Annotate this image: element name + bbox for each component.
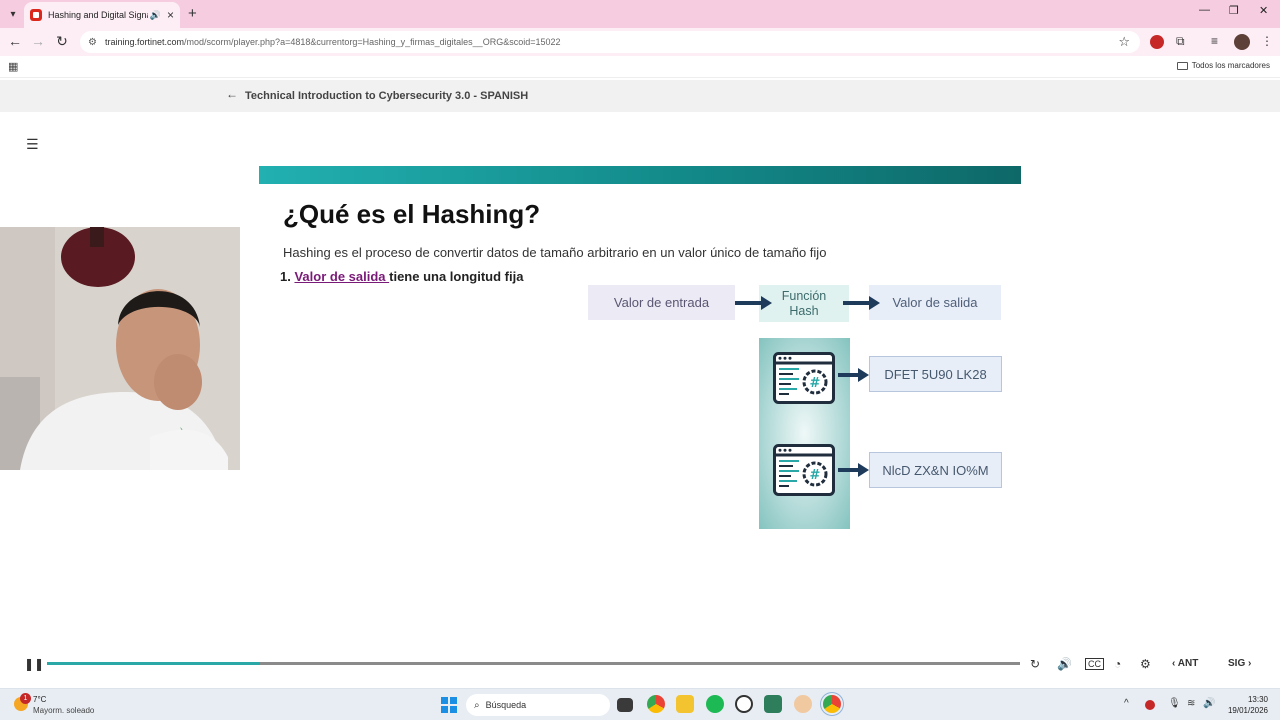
next-label: SIG xyxy=(1228,658,1246,669)
speaker-tray-icon[interactable]: 🔊 xyxy=(1203,698,1215,709)
more-menu-icon[interactable]: ⋮ xyxy=(1261,34,1273,48)
slide-description: Hashing es el proceso de convertir datos… xyxy=(283,245,827,260)
arrow-output1-icon xyxy=(838,368,869,382)
close-window-icon[interactable]: ✕ xyxy=(1259,4,1268,17)
output-value-box: Valor de salida xyxy=(869,285,1001,320)
slide-title: ¿Qué es el Hashing? xyxy=(283,199,541,229)
bookmark-star-icon[interactable]: ☆ xyxy=(1118,34,1130,50)
search-placeholder: Búsqueda xyxy=(485,700,527,710)
forward-icon[interactable]: → xyxy=(29,33,47,49)
profile-avatar[interactable] xyxy=(1234,34,1250,50)
menu-icon[interactable]: ☰ xyxy=(26,136,39,153)
microphone-icon[interactable]: 🎙 xyxy=(1168,698,1181,709)
site-info-icon[interactable]: ⚙ xyxy=(88,37,97,48)
media-controls-icon[interactable]: ≡ xyxy=(1211,34,1218,48)
previous-label: ANT xyxy=(1177,658,1199,669)
playback-speed-icon[interactable]: ◔ xyxy=(1114,657,1121,671)
wifi-icon[interactable]: ≋ xyxy=(1187,698,1195,709)
weather-badge: 1 xyxy=(20,693,31,704)
hash-output-1: DFET 5U90 LK28 xyxy=(869,356,1002,392)
browser-tab[interactable]: Hashing and Digital Signatu 🔊 × xyxy=(24,2,180,28)
hash-process-panel: # # xyxy=(759,338,850,529)
search-icon: ⌕ xyxy=(474,699,480,711)
previous-button[interactable]: ‹ ANT xyxy=(1172,658,1198,669)
pause-icon[interactable]: ❚❚ xyxy=(24,657,44,671)
chrome-icon[interactable] xyxy=(647,695,665,713)
webcam-person-image xyxy=(0,227,240,470)
weather-temperature[interactable]: 7°C xyxy=(33,695,46,704)
extension-badge-icon[interactable] xyxy=(1150,35,1164,49)
app-icon[interactable] xyxy=(794,695,812,713)
point-link[interactable]: Valor de salida xyxy=(294,269,389,284)
hash-process-icon: # xyxy=(773,444,835,496)
restore-icon[interactable]: ❐ xyxy=(1229,4,1239,17)
bookmarks-bar: ▦ Todos los marcadores xyxy=(0,56,1280,78)
input-value-box: Valor de entrada xyxy=(588,285,735,320)
minimize-icon[interactable]: — xyxy=(1199,4,1210,16)
apps-grid-icon[interactable]: ▦ xyxy=(8,60,18,73)
captions-icon[interactable]: CC xyxy=(1085,658,1104,670)
all-bookmarks-label: Todos los marcadores xyxy=(1191,61,1270,70)
folder-icon xyxy=(1176,61,1188,70)
close-tab-icon[interactable]: × xyxy=(167,8,174,22)
tray-overflow-icon[interactable]: ^ xyxy=(1124,698,1129,709)
taskbar-search[interactable]: ⌕ Búsqueda xyxy=(466,694,610,716)
whatsapp-icon[interactable] xyxy=(735,695,753,713)
taskview-icon[interactable] xyxy=(617,698,633,712)
clock-date: 19/01/2026 xyxy=(1227,706,1268,715)
course-header: ← Technical Introduction to Cybersecurit… xyxy=(0,80,1280,112)
clock-time: 13:30 xyxy=(1247,695,1268,704)
course-title[interactable]: Technical Introduction to Cybersecurity … xyxy=(245,90,528,102)
arrow-to-hash-icon xyxy=(735,296,772,310)
start-windows-icon[interactable] xyxy=(441,697,457,713)
tray-app-icon[interactable] xyxy=(1145,700,1155,710)
back-icon[interactable]: ← xyxy=(6,33,24,49)
fortinet-favicon-icon xyxy=(30,9,42,21)
volume-icon[interactable]: 🔊 xyxy=(1057,657,1072,671)
windows-taskbar: 1 7°C Mayorm. soleado ⌕ Búsqueda ^ 🎙 ≋ 🔊… xyxy=(0,688,1280,720)
point-text: tiene una longitud fija xyxy=(389,269,524,284)
new-tab-button[interactable]: + xyxy=(188,5,197,22)
hash-process-icon: # xyxy=(773,352,835,404)
tab-title: Hashing and Digital Signatu xyxy=(48,10,148,20)
svg-text:#: # xyxy=(810,468,821,483)
point-number: 1. xyxy=(280,269,291,284)
arrow-to-output-icon xyxy=(843,296,880,310)
chrome-active-icon[interactable] xyxy=(823,695,841,713)
next-button[interactable]: SIG › xyxy=(1228,658,1251,669)
extensions-icon[interactable]: ⧉ xyxy=(1176,34,1185,49)
svg-text:#: # xyxy=(810,376,821,391)
weather-description[interactable]: Mayorm. soleado xyxy=(33,706,94,715)
progress-fill xyxy=(47,662,261,665)
webcam-video xyxy=(0,227,240,470)
url-text: training.fortinet.com/mod/scorm/player.p… xyxy=(104,37,561,47)
tab-search-icon[interactable]: ▾ xyxy=(4,5,22,23)
hash-output-2: NlcD ZX&N IO%M xyxy=(869,452,1002,488)
progress-bar[interactable] xyxy=(47,662,1020,665)
vs-icon[interactable] xyxy=(764,695,782,713)
arrow-output2-icon xyxy=(838,463,869,477)
browser-toolbar: ← → ↻ ⚙ training.fortinet.com/mod/scorm/… xyxy=(0,28,1280,56)
slide-banner xyxy=(259,166,1021,184)
address-bar[interactable]: ⚙ training.fortinet.com/mod/scorm/player… xyxy=(80,31,1140,53)
tab-strip: ▾ Hashing and Digital Signatu 🔊 × + — ❐ … xyxy=(0,0,1280,28)
reload-icon[interactable]: ↻ xyxy=(53,33,71,50)
file-explorer-icon[interactable] xyxy=(676,695,694,713)
all-bookmarks-button[interactable]: Todos los marcadores xyxy=(1176,61,1270,70)
system-clock[interactable]: 13:30 19/01/2026 xyxy=(1228,694,1268,716)
hash-label-line1: Función xyxy=(781,288,827,303)
spotify-icon[interactable] xyxy=(706,695,724,713)
back-to-course-icon[interactable]: ← xyxy=(226,87,238,101)
replay-icon[interactable]: ↻ xyxy=(1030,657,1040,671)
speaker-icon[interactable]: 🔊 xyxy=(150,10,161,21)
settings-gear-icon[interactable]: ⚙ xyxy=(1140,657,1151,671)
hash-label-line2: Hash xyxy=(789,303,819,318)
key-point: 1. Valor de salida tiene una longitud fi… xyxy=(280,269,523,284)
